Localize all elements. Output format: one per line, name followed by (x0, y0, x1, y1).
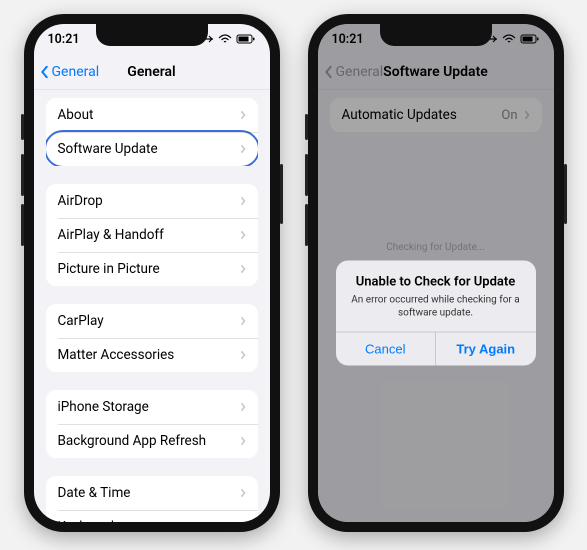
screen-general: 10:21 General General About Software Upda… (34, 24, 270, 522)
settings-row[interactable]: About (46, 98, 258, 132)
row-label: Software Update (58, 141, 158, 157)
row-right (240, 144, 246, 154)
back-button[interactable]: General (40, 64, 100, 80)
settings-row[interactable]: Keyboard (46, 510, 258, 522)
status-icons (202, 34, 256, 44)
settings-group: About Software Update (46, 98, 258, 166)
back-label: General (52, 64, 100, 80)
settings-group: Date & TimeKeyboardFontsLanguage & Regio… (46, 476, 258, 522)
row-right (240, 264, 246, 274)
notch (380, 24, 492, 46)
settings-row[interactable]: Date & Time (46, 476, 258, 510)
settings-row[interactable]: AirDrop (46, 184, 258, 218)
row-label: Picture in Picture (58, 261, 160, 277)
row-right (240, 230, 246, 240)
row-label: CarPlay (58, 313, 104, 329)
row-right (240, 350, 246, 360)
notch (96, 24, 208, 46)
row-right (240, 110, 246, 120)
cancel-button[interactable]: Cancel (336, 332, 436, 365)
chevron-right-icon (240, 402, 246, 412)
wifi-icon (218, 34, 232, 44)
alert-message: An error occurred while checking for a s… (348, 293, 524, 319)
row-label: Keyboard (58, 519, 114, 522)
row-label: About (58, 107, 94, 123)
screen-software-update: 10:21 General Software Update Automatic … (318, 24, 554, 522)
settings-row[interactable]: Background App Refresh (46, 424, 258, 458)
phone-right: 10:21 General Software Update Automatic … (308, 14, 564, 532)
row-right (240, 402, 246, 412)
try-again-button[interactable]: Try Again (435, 332, 536, 365)
chevron-right-icon (240, 230, 246, 240)
phone-left: 10:21 General General About Software Upda… (24, 14, 280, 532)
status-time: 10:21 (48, 32, 80, 47)
settings-group: AirDrop AirPlay & Handoff Picture in Pictu… (46, 184, 258, 286)
chevron-right-icon (240, 110, 246, 120)
row-right (240, 488, 246, 498)
chevron-right-icon (240, 196, 246, 206)
settings-group: iPhone Storage Background App Refresh (46, 390, 258, 458)
row-right (240, 316, 246, 326)
row-label: Date & Time (58, 485, 131, 501)
chevron-left-icon (40, 65, 50, 79)
chevron-right-icon (240, 316, 246, 326)
row-right (240, 436, 246, 446)
chevron-right-icon (240, 144, 246, 154)
settings-row[interactable]: AirPlay & Handoff (46, 218, 258, 252)
settings-row[interactable]: CarPlay (46, 304, 258, 338)
chevron-right-icon (240, 436, 246, 446)
settings-row[interactable]: Matter Accessories (46, 338, 258, 372)
settings-row[interactable]: Software Update (46, 132, 258, 166)
content-area[interactable]: About Software Update AirDrop AirPlay & Han… (34, 90, 270, 522)
alert-title: Unable to Check for Update (348, 274, 524, 289)
row-label: AirDrop (58, 193, 103, 209)
chevron-right-icon (240, 488, 246, 498)
settings-row[interactable]: Picture in Picture (46, 252, 258, 286)
nav-bar: General General (34, 54, 270, 90)
settings-group: CarPlay Matter Accessories (46, 304, 258, 372)
alert-dialog: Unable to Check for Update An error occu… (336, 260, 536, 365)
settings-row[interactable]: iPhone Storage (46, 390, 258, 424)
row-label: AirPlay & Handoff (58, 227, 164, 243)
row-right (240, 196, 246, 206)
chevron-right-icon (240, 264, 246, 274)
row-label: Background App Refresh (58, 433, 207, 449)
row-label: Matter Accessories (58, 347, 175, 363)
row-label: iPhone Storage (58, 399, 149, 415)
chevron-right-icon (240, 350, 246, 360)
battery-icon (236, 34, 256, 44)
